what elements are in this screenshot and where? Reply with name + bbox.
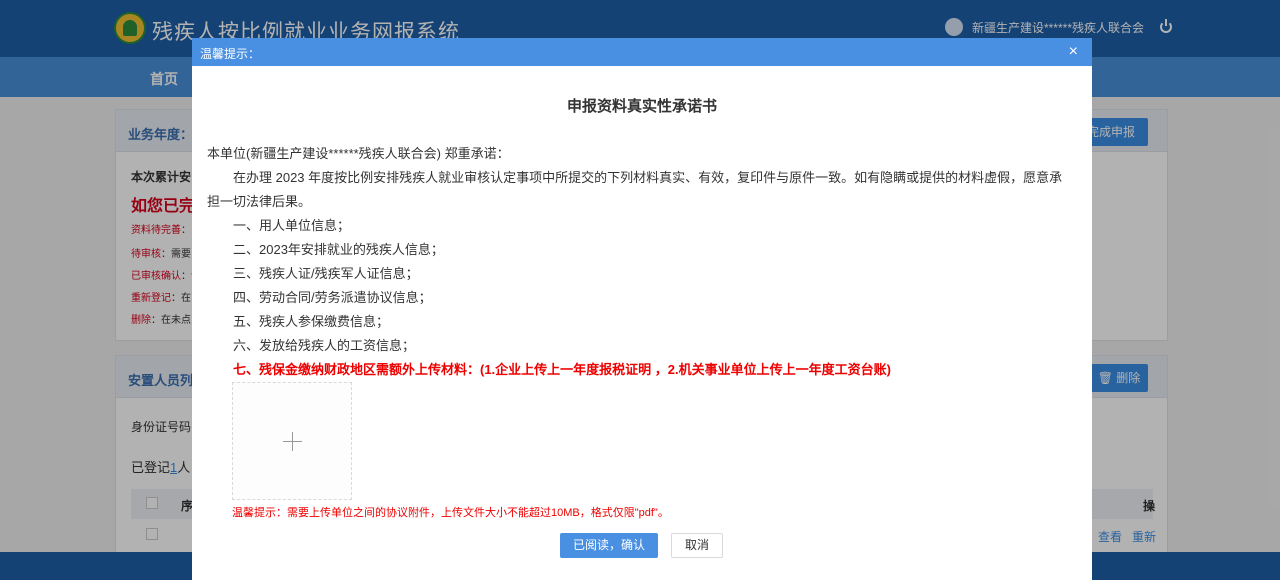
doc-title: 申报资料真实性承诺书 (566, 98, 717, 115)
dialog-title: 温馨提示： (200, 47, 261, 61)
doc-body: 本单位(新疆生产建设******残疾人联合会) 郑重承诺： 在办理 2023 年… (207, 142, 1067, 382)
promise-intro: 本单位(新疆生产建设******残疾人联合会) 郑重承诺： (207, 146, 510, 161)
commitment-dialog: 温馨提示： × 申报资料真实性承诺书 本单位(新疆生产建设******残疾人联合… (192, 38, 1092, 580)
list-item: 二、2023年安排就业的残疾人信息； (233, 242, 444, 257)
list-item: 五、残疾人参保缴费信息； (233, 314, 390, 329)
dialog-header: 温馨提示： × (192, 38, 1092, 66)
close-icon[interactable]: × (1069, 43, 1078, 61)
list-item: 三、残疾人证/残疾军人证信息； (233, 266, 419, 281)
promise-body: 在办理 2023 年度按比例安排残疾人就业审核认定事项中所提交的下列材料真实、有… (207, 170, 1063, 209)
cancel-button[interactable]: 取消 (671, 533, 723, 558)
extra-material-item: 七、残保金缴纳财政地区需额外上传材料：(1.企业上传上一年度报税证明 ，2.机关… (233, 362, 891, 377)
list-item: 一、用人单位信息； (233, 218, 351, 233)
list-item: 六、发放给残疾人的工资信息； (233, 338, 416, 353)
confirm-button[interactable]: 已阅读，确认 (560, 533, 658, 558)
upload-tip: 温馨提示：需要上传单位之间的协议附件，上传文件大小不能超过10MB，格式仅限"p… (232, 507, 669, 519)
upload-button[interactable] (232, 382, 352, 500)
list-item: 四、劳动合同/劳务派遣协议信息； (233, 290, 432, 305)
